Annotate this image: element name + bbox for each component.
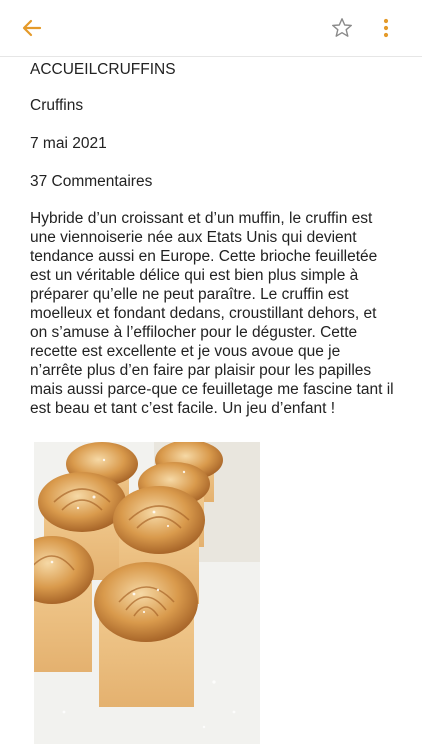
comments-link[interactable]: 37 Commentaires bbox=[30, 172, 152, 192]
breadcrumb[interactable]: ACCUEILCRUFFINS bbox=[30, 60, 176, 80]
article-title: Cruffins bbox=[30, 97, 84, 114]
bookmark-button[interactable] bbox=[328, 14, 356, 42]
star-outline-icon bbox=[332, 18, 352, 37]
cruffins-photo bbox=[34, 442, 260, 744]
more-vertical-icon bbox=[383, 18, 389, 38]
article-body: Hybride d’un croissant et d’un muffin, l… bbox=[30, 210, 394, 417]
article-date: 7 mai 2021 bbox=[30, 135, 107, 152]
more-options-button[interactable] bbox=[372, 14, 400, 42]
arrow-left-icon bbox=[22, 19, 42, 37]
app-bar bbox=[0, 0, 422, 57]
back-button[interactable] bbox=[18, 14, 46, 42]
